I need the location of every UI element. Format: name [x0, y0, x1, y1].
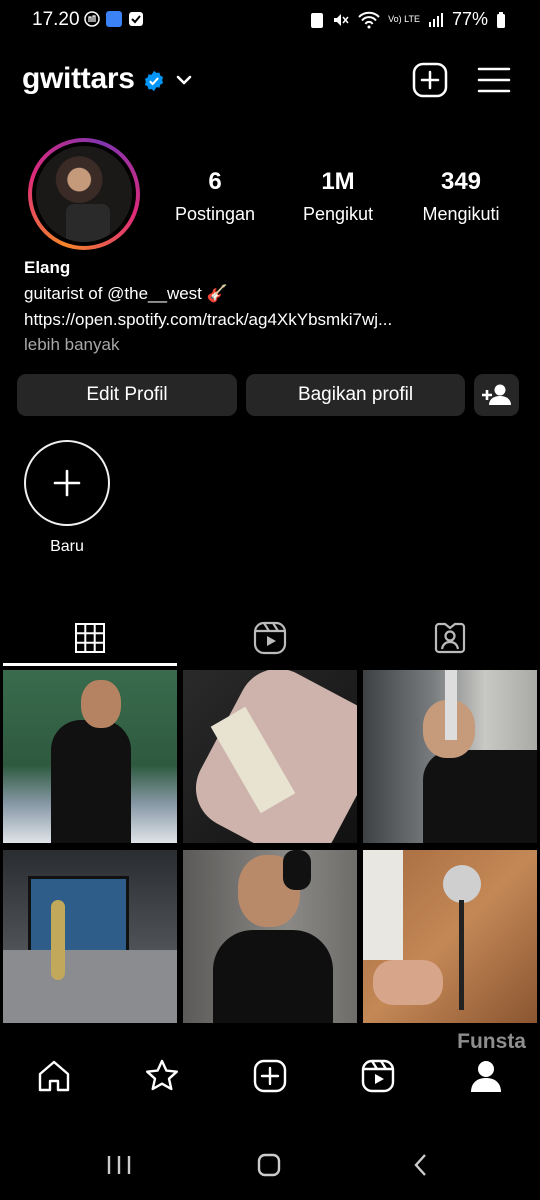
more-link[interactable]: lebih banyak: [24, 335, 119, 355]
back-icon: [414, 1154, 426, 1176]
post-thumbnail-5[interactable]: [183, 850, 357, 1023]
nav-home[interactable]: [34, 1056, 74, 1096]
grid-icon: [75, 623, 105, 653]
watermark-text: Funsta: [457, 1030, 526, 1053]
post-thumbnail-6[interactable]: [363, 850, 537, 1023]
reels-icon: [253, 621, 287, 655]
star-icon: [146, 1059, 178, 1091]
bio-text: guitarist of @the__west 🎸: [24, 284, 228, 303]
post-thumbnail-4[interactable]: [3, 850, 177, 1023]
create-post-icon[interactable]: [412, 62, 448, 98]
tagged-icon: [434, 622, 466, 654]
edit-profile-button[interactable]: Edit Profil: [17, 374, 237, 416]
network-type: Vo) LTE: [388, 14, 420, 24]
nav-reels[interactable]: [358, 1056, 398, 1096]
discover-people-button[interactable]: [474, 374, 519, 416]
back-button[interactable]: [406, 1150, 436, 1180]
signal-icon: [428, 12, 443, 27]
followers-count: 1M: [321, 168, 355, 195]
status-time: 17.20: [32, 9, 80, 30]
post-thumbnail-1[interactable]: [3, 670, 177, 843]
profile-icon: [471, 1061, 501, 1092]
following-count: 349: [440, 168, 482, 195]
profile-name: Elang: [24, 258, 71, 277]
stat-followers[interactable]: 1M Pengikut: [288, 168, 388, 225]
home-icon: [38, 1060, 70, 1092]
mute-icon: [334, 13, 349, 26]
share-profile-button[interactable]: Bagikan profil: [246, 374, 465, 416]
active-tab-indicator: [3, 663, 177, 666]
following-label: Mengikuti: [422, 204, 500, 224]
verified-badge-icon: [144, 70, 164, 92]
home-button[interactable]: [254, 1150, 284, 1180]
post-thumbnail-3[interactable]: [363, 670, 537, 843]
new-highlight-label: Baru: [50, 538, 84, 555]
create-icon: [253, 1059, 287, 1093]
posts-label: Postingan: [174, 204, 256, 224]
battery-icon: [497, 11, 505, 28]
chevron-down-icon[interactable]: [174, 70, 194, 90]
add-person-icon: [481, 384, 511, 405]
home-button-icon: [257, 1153, 281, 1177]
profile-avatar[interactable]: [28, 138, 140, 250]
menu-icon[interactable]: [476, 62, 512, 98]
wifi-icon: [358, 11, 380, 28]
reels-nav-icon: [361, 1059, 395, 1093]
stat-following[interactable]: 349 Mengikuti: [411, 168, 511, 225]
post-thumbnail-2[interactable]: [183, 670, 357, 843]
notification-icon: [84, 11, 100, 27]
followers-label: Pengikut: [302, 204, 374, 224]
notification-icons: [84, 11, 144, 27]
stat-posts[interactable]: 6 Postingan: [165, 168, 265, 225]
posts-count: 6: [208, 168, 222, 195]
nav-profile[interactable]: [466, 1056, 506, 1096]
nav-favorites[interactable]: [142, 1056, 182, 1096]
nav-create[interactable]: [250, 1056, 290, 1096]
recent-apps-icon: [107, 1156, 131, 1174]
bio-link[interactable]: https://open.spotify.com/track/ag4XkYbsm…: [24, 310, 392, 330]
status-right: Vo) LTE 77%: [310, 9, 506, 30]
tab-grid[interactable]: [0, 613, 180, 663]
recent-apps-button[interactable]: [104, 1150, 134, 1180]
status-bar: 17.20 Vo) LTE 77%: [0, 0, 540, 40]
check-icon: [129, 12, 143, 26]
tab-tagged[interactable]: [360, 613, 540, 663]
battery-saver-icon: [311, 12, 324, 28]
new-highlight-button[interactable]: [24, 440, 110, 526]
battery-percent: 77%: [451, 9, 488, 29]
profile-username[interactable]: gwittars: [22, 62, 135, 96]
tab-reels[interactable]: [180, 613, 360, 663]
edit-app-icon: [106, 11, 122, 27]
plus-icon: [53, 469, 81, 497]
